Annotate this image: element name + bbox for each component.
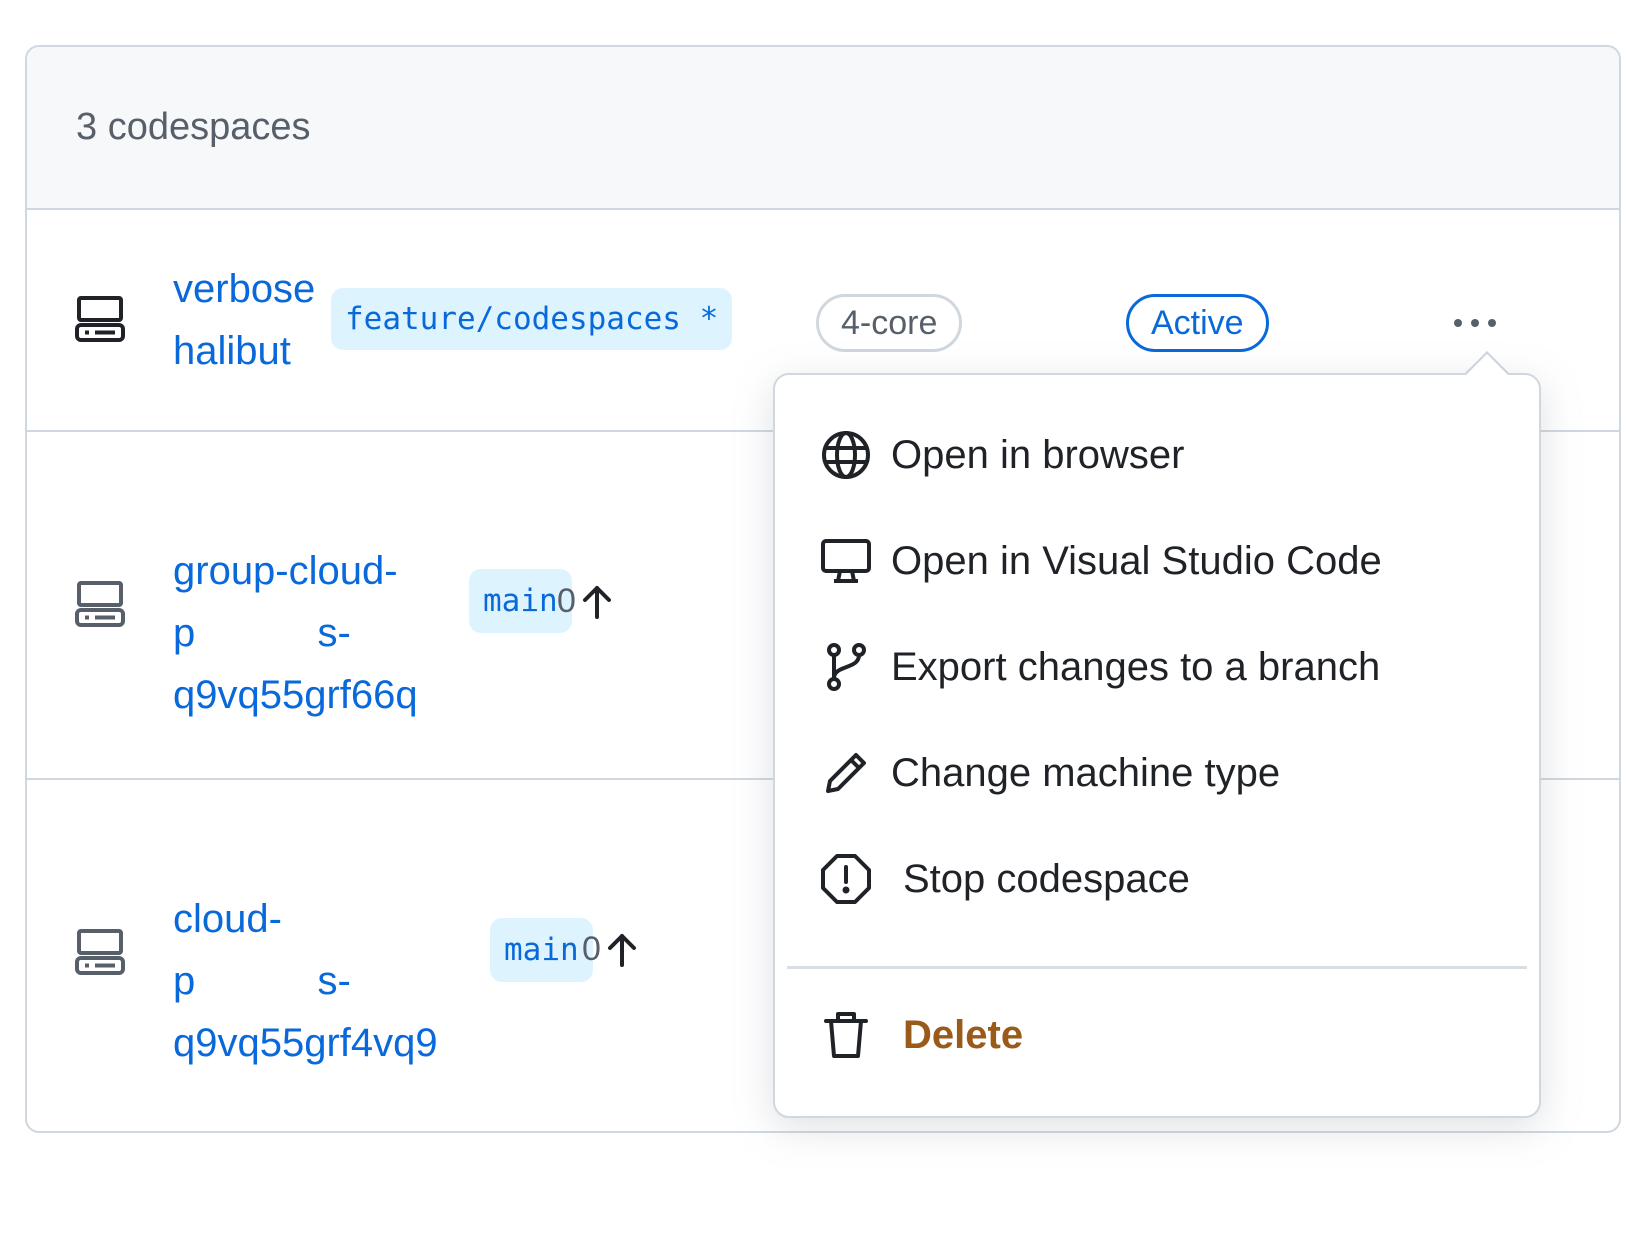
git-branch-icon: [820, 641, 872, 693]
codespace-name-line: verbose: [173, 267, 316, 311]
codespace-name-line: p s-: [173, 959, 351, 1003]
menu-item-label: Open in Visual Studio Code: [891, 538, 1382, 583]
codespace-name-line: q9vq55grf4vq9: [173, 1021, 438, 1065]
menu-item-label: Change machine type: [891, 750, 1281, 795]
commits-ahead: 0: [557, 582, 614, 621]
menu-item-label: Delete: [903, 1012, 1024, 1057]
menu-item-change-machine-type[interactable]: Change machine type: [775, 723, 1539, 823]
kebab-dot-icon: [1454, 319, 1462, 327]
kebab-dot-icon: [1471, 319, 1479, 327]
codespace-name-line: halibut: [173, 329, 291, 373]
codespace-name-line: q9vq55grf66q: [173, 673, 418, 717]
commits-ahead-count: 0: [557, 582, 576, 620]
codespace-name-link[interactable]: cloud- p s- q9vq55grf4vq9: [173, 888, 438, 1074]
arrow-up-icon: [582, 585, 611, 619]
arrow-up-icon: [607, 933, 636, 967]
commits-ahead-count: 0: [582, 930, 601, 968]
codespace-icon: [75, 294, 125, 346]
codespace-name-line: group-cloud-: [173, 549, 398, 593]
codespace-icon: [75, 579, 125, 631]
menu-item-stop-codespace[interactable]: Stop codespace: [775, 829, 1539, 929]
codespace-name-link[interactable]: group-cloud- p s- q9vq55grf66q: [173, 540, 418, 726]
more-options-button[interactable]: [1435, 298, 1515, 348]
commits-ahead: 0: [582, 930, 639, 969]
status-badge: Active: [1126, 294, 1269, 352]
pencil-icon: [820, 747, 872, 799]
menu-item-label: Export changes to a branch: [891, 644, 1381, 689]
machine-type-badge: 4-core: [816, 294, 963, 352]
menu-caret-fill: [1465, 354, 1509, 376]
codespace-count: 3 codespaces: [76, 106, 311, 148]
codespace-name-link[interactable]: verbose halibut: [173, 258, 315, 382]
codespace-actions-menu: Open in browser Open in Visual Studio Co…: [773, 373, 1541, 1118]
codespace-name-line: p s-: [173, 611, 351, 655]
codespace-name-line: cloud-: [173, 897, 282, 941]
stop-icon: [820, 853, 872, 905]
menu-item-label: Stop codespace: [903, 856, 1190, 901]
menu-item-open-in-vscode[interactable]: Open in Visual Studio Code: [775, 511, 1539, 611]
menu-item-label: Open in browser: [891, 432, 1185, 477]
panel-header: 3 codespaces: [27, 47, 1619, 210]
menu-divider: [787, 966, 1527, 969]
branch-label: feature/codespaces *: [331, 288, 733, 350]
desktop-icon: [820, 535, 872, 587]
menu-item-open-in-browser[interactable]: Open in browser: [775, 405, 1539, 505]
trash-icon: [820, 1009, 872, 1061]
globe-icon: [820, 429, 872, 481]
branch-label: main: [490, 918, 593, 982]
codespace-icon: [75, 927, 125, 979]
menu-item-delete[interactable]: Delete: [775, 985, 1539, 1085]
menu-item-export-changes[interactable]: Export changes to a branch: [775, 617, 1539, 717]
kebab-dot-icon: [1488, 319, 1496, 327]
